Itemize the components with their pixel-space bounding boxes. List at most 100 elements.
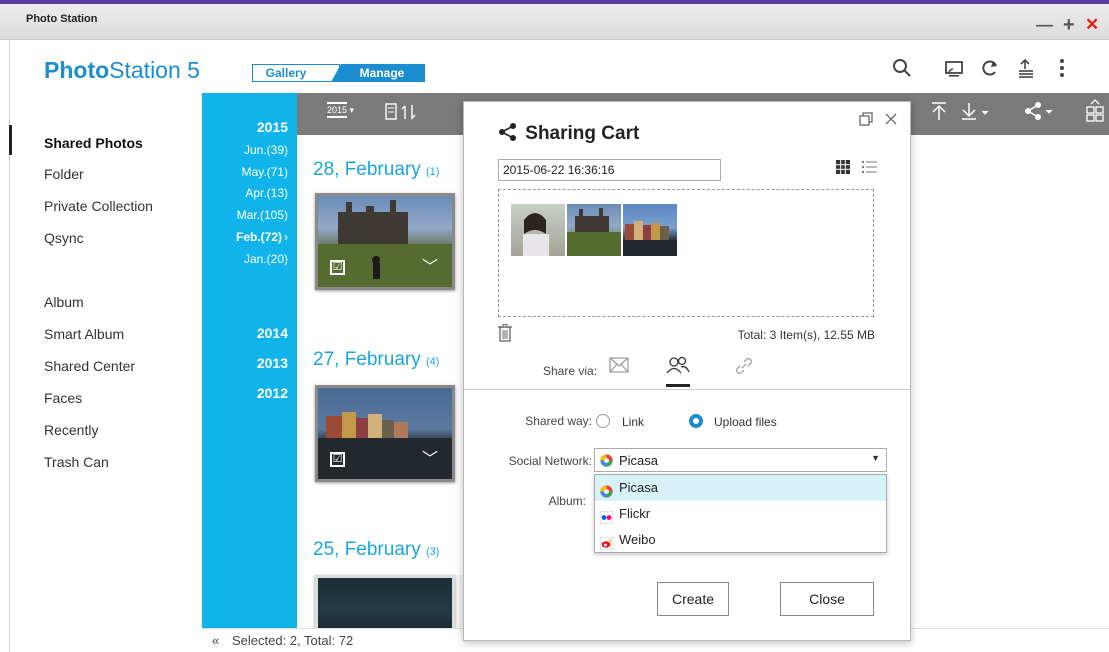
refresh-icon[interactable] [980,58,1000,84]
upload-queue-icon[interactable] [1016,58,1036,84]
picasa-icon [600,454,613,467]
sidebar-item-shared-photos[interactable]: Shared Photos [44,135,143,151]
dropdown-caret-icon: ▼ [871,453,880,463]
grid-view-icon[interactable] [836,160,850,179]
sidebar-item-faces[interactable]: Faces [44,390,82,406]
social-share-icon[interactable] [666,356,690,387]
share-icon [499,123,516,141]
social-network-value: Picasa [619,453,659,468]
photo-station-window: Photo Station — + ✕ PhotoStation 5 Galle… [0,0,1109,652]
app-header: PhotoStation 5 Gallery Manage [10,40,1109,93]
view-mode-icon[interactable] [1085,99,1107,126]
timeline-month[interactable]: Mar.(105) [237,208,288,222]
download-icon[interactable] [960,101,992,124]
dialog-close-icon[interactable] [884,112,898,130]
more-icon[interactable] [1058,58,1066,84]
dropdown-option-flickr[interactable]: Flickr [595,501,886,527]
timeline-year-2014[interactable]: 2014 [257,325,288,341]
photo-checkbox[interactable]: ☑ [330,452,345,467]
shared-way-upload-label[interactable]: Upload files [714,415,777,429]
app-logo: PhotoStation 5 [44,57,200,84]
shared-way-link-label[interactable]: Link [622,415,644,429]
timeline-year-2013[interactable]: 2013 [257,355,288,371]
upload-icon[interactable] [930,101,948,124]
selection-status: Selected: 2, Total: 72 [232,633,354,648]
cart-drop-area[interactable] [498,189,874,317]
manage-mode-button[interactable]: Manage [331,64,425,82]
picasa-icon [600,481,613,498]
share-via-label: Share via: [543,364,598,378]
shared-way-upload-radio[interactable] [689,414,703,428]
selected-month-arrow: › [284,230,288,244]
dropdown-option-weibo[interactable]: Weibo [595,527,886,553]
date-group-label: 27, February [313,349,421,370]
sidebar: Shared Photos Folder Private Collection … [9,93,202,652]
date-group-count: (3) [426,546,440,558]
timeline-month[interactable]: Jan.(20) [244,252,288,266]
timeline-month[interactable]: Apr.(13) [245,186,288,200]
share-icon[interactable] [1024,102,1056,123]
weibo-icon [599,533,614,551]
chevron-down-icon[interactable]: ﹀ [422,253,438,277]
date-group-header: 28, February (1) [313,159,439,181]
trash-icon[interactable] [498,324,512,347]
logo-bold: Photo [44,57,110,83]
timeline-year-2012[interactable]: 2012 [257,385,288,401]
cart-total: Total: 3 Item(s), 12.55 MB [737,328,875,342]
photo-checkbox[interactable]: ☑ [330,260,345,275]
sidebar-item-qsync[interactable]: Qsync [44,230,84,246]
logo-rest: Station 5 [109,57,200,83]
timeline: 2015 Jun.(39) May.(71) Apr.(13) Mar.(105… [202,93,297,628]
maximize-icon[interactable]: + [1063,15,1075,35]
chevron-down-icon[interactable]: ﹀ [422,445,438,469]
selected-month-label: Feb.(72) [235,230,282,244]
year-filter-icon[interactable]: 2015 ▾ [327,102,354,118]
sidebar-item-shared-center[interactable]: Shared Center [44,358,135,374]
search-icon[interactable] [892,58,912,84]
list-view-icon[interactable] [862,160,877,179]
timeline-month[interactable]: May.(71) [242,165,288,179]
shared-way-label: Shared way: [525,414,592,428]
photo-thumbnail[interactable] [315,575,455,628]
photo-thumbnail[interactable]: ☑ ﹀ [315,193,455,290]
album-label: Album: [548,494,586,508]
gallery-mode-button[interactable]: Gallery [252,64,340,82]
dialog-title: Sharing Cart [498,123,639,145]
dialog-title-text: Sharing Cart [525,123,640,144]
sidebar-item-smart-album[interactable]: Smart Album [44,326,124,342]
date-group-header: 25, February (3) [313,539,439,561]
collapse-timeline-button[interactable]: « [212,633,219,648]
email-share-icon[interactable] [609,356,629,379]
dropdown-option-label: Flickr [619,506,651,521]
link-share-icon[interactable] [734,356,754,382]
sharing-cart-dialog: Sharing Cart Total: [463,101,911,641]
divider [464,389,910,390]
minimize-icon[interactable]: — [1036,16,1053,33]
dropdown-option-picasa[interactable]: Picasa [595,475,886,501]
window-titlebar: Photo Station — + ✕ [0,0,1109,40]
timeline-month-selected[interactable]: Feb.(72) › [236,230,288,244]
cast-icon[interactable] [944,58,964,84]
social-network-select[interactable]: Picasa ▼ [594,448,887,472]
close-button[interactable]: Close [780,582,874,616]
date-group-count: (4) [426,356,440,368]
sort-icon[interactable] [385,103,419,124]
shared-way-link-radio[interactable] [596,414,610,428]
social-network-dropdown: Picasa Flickr Weibo [594,474,887,553]
sidebar-item-trash-can[interactable]: Trash Can [44,454,109,470]
sidebar-item-album[interactable]: Album [44,294,84,310]
timeline-year-2015[interactable]: 2015 [257,119,288,135]
sidebar-item-private-collection[interactable]: Private Collection [44,198,153,214]
cart-name-input[interactable] [498,159,721,181]
photo-thumbnail[interactable]: ☑ ﹀ [315,385,455,482]
close-icon[interactable]: ✕ [1085,16,1099,33]
cart-thumbnail[interactable] [567,204,621,256]
cart-thumbnail[interactable] [623,204,677,256]
timeline-month[interactable]: Jun.(39) [244,143,288,157]
sidebar-item-recently[interactable]: Recently [44,422,98,438]
sidebar-item-folder[interactable]: Folder [44,166,84,182]
cart-thumbnail[interactable] [511,204,565,256]
restore-window-icon[interactable] [859,112,873,130]
create-button[interactable]: Create [657,582,729,616]
dropdown-option-label: Weibo [619,532,656,547]
